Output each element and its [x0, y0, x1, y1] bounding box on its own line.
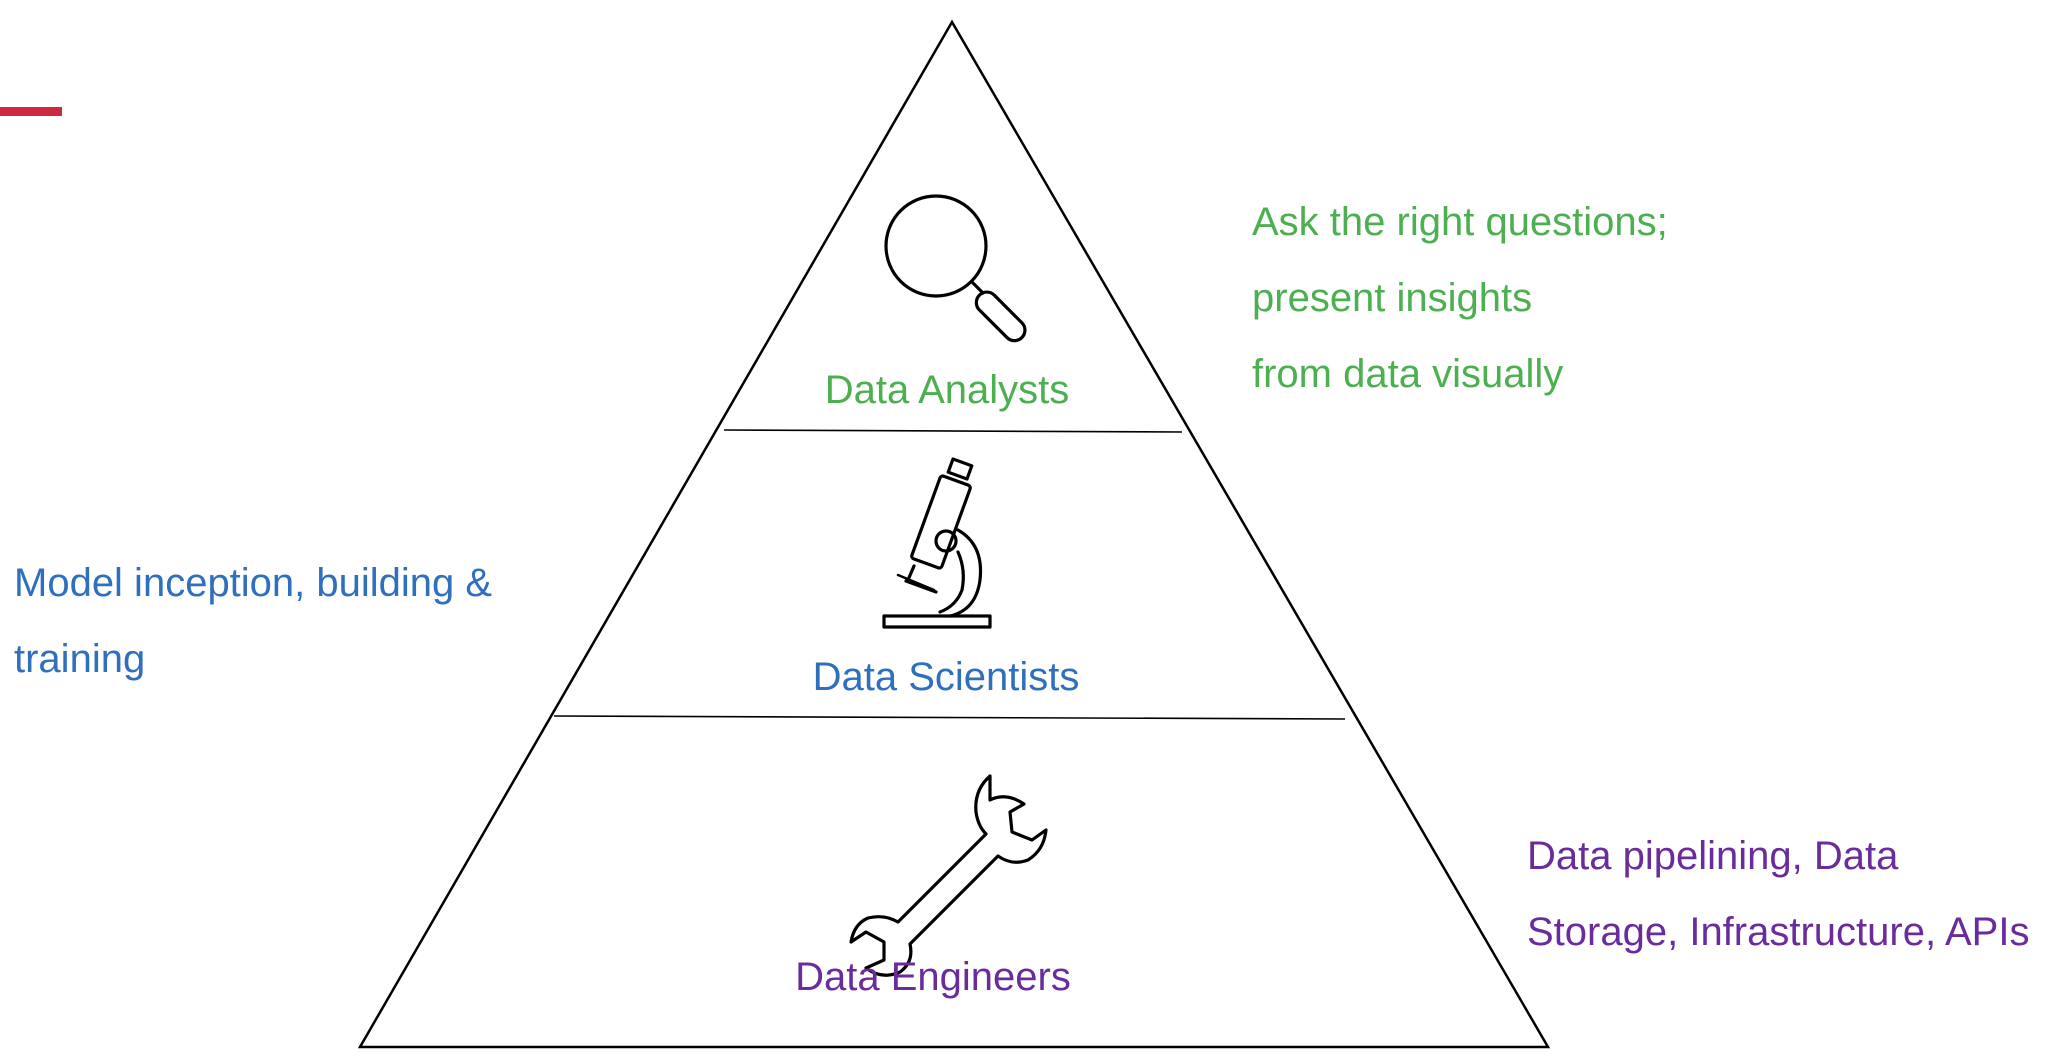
analysts-annotation: Ask the right questions; present insight…	[1252, 184, 1668, 412]
magnifying-glass-icon	[884, 194, 1027, 343]
tier-label-engineers: Data Engineers	[795, 955, 1071, 999]
accent-bar	[0, 107, 62, 116]
analysts-annotation-line: from data visually	[1252, 352, 1564, 396]
microscope-icon	[882, 457, 992, 629]
tier-divider-bottom	[553, 715, 1346, 720]
tier-label-analysts: Data Analysts	[825, 368, 1070, 412]
analysts-annotation-line: Ask the right questions;	[1252, 200, 1668, 244]
engineers-annotation: Data pipelining, Data Storage, Infrastru…	[1527, 818, 2029, 970]
tier-label-scientists: Data Scientists	[813, 655, 1080, 699]
scientists-annotation-line: training	[14, 637, 146, 681]
scientists-annotation: Model inception, building & training	[14, 545, 492, 697]
wrench-icon	[849, 774, 1048, 977]
analysts-annotation-line: present insights	[1252, 276, 1533, 320]
engineers-annotation-line: Storage, Infrastructure, APIs	[1527, 910, 2030, 954]
scientists-annotation-line: Model inception, building &	[14, 561, 493, 605]
tier-divider-top	[723, 429, 1183, 433]
engineers-annotation-line: Data pipelining, Data	[1527, 834, 1899, 878]
